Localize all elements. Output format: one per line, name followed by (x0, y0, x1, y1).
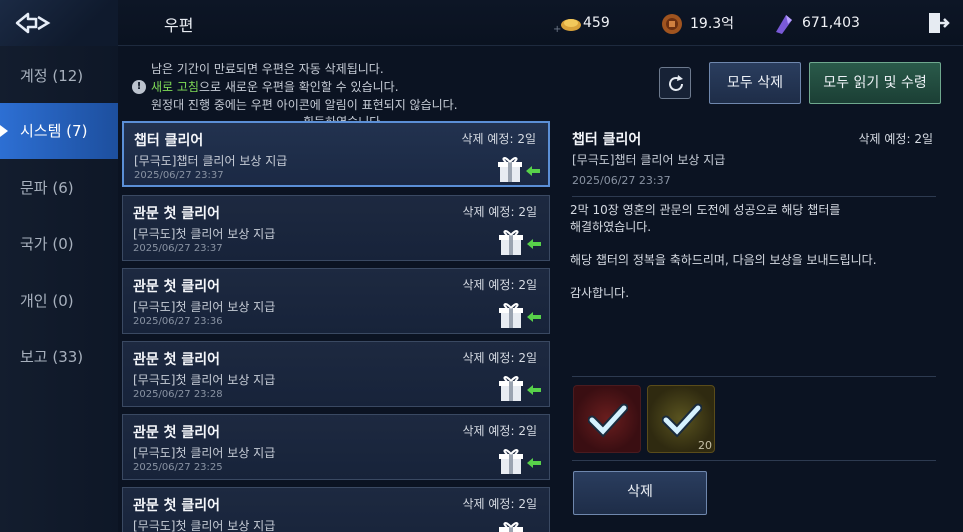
mail-title: 관문 첫 클리어 (133, 425, 221, 441)
gift-box-icon (499, 449, 523, 474)
jade-stone-reward-icon (662, 403, 702, 438)
green-arrow-icon (527, 458, 541, 468)
refresh-icon (669, 75, 683, 91)
notice-line-1: 남은 기간이 만료되면 우편은 자동 삭제됩니다. (151, 62, 384, 76)
mail-notice: ! 남은 기간이 만료되면 우편은 자동 삭제됩니다. 새로 고침으로 새로운 … (132, 60, 458, 114)
gift-box-icon (499, 522, 523, 532)
mail-subtitle: [무극도]첫 클리어 보상 지급 (133, 519, 276, 532)
sidebar-item-guild[interactable]: 문파 (6) (0, 160, 118, 216)
mail-expire: 삭제 예정: 2일 (462, 497, 537, 511)
mail-list[interactable]: 챕터 클리어 [무극도]챕터 클리어 보상 지급 2025/06/27 23:3… (122, 121, 550, 532)
sidebar-item-system[interactable]: 시스템 (7) (0, 103, 118, 159)
mail-date: 2025/06/27 23:36 (133, 316, 223, 327)
gold-amount: 459 (583, 15, 610, 31)
gift-box-icon (499, 303, 523, 328)
detail-subtitle: [무극도]챕터 클리어 보상 지급 (572, 153, 726, 167)
purple-crystal-icon (772, 12, 798, 34)
mail-expire: 삭제 예정: 2일 (462, 278, 537, 292)
mail-date: 2025/06/27 23:25 (133, 462, 223, 473)
detail-title: 챕터 클리어 (572, 132, 642, 148)
sidebar-item-report[interactable]: 보고 (33) (0, 329, 118, 385)
detail-date: 2025/06/27 23:37 (572, 174, 671, 187)
coin-amount: 19.3억 (690, 16, 735, 32)
notice-line-2-rest: 으로 새로운 우편을 확인할 수 있습니다. (198, 80, 399, 94)
mail-item[interactable]: 관문 첫 클리어 [무극도]첫 클리어 보상 지급 삭제 예정: 2일 (122, 487, 550, 532)
green-arrow-icon (526, 166, 540, 176)
detail-body-line-3: 해당 챕터의 정복을 축하드리며, 다음의 보상을 보내드립니다. (570, 253, 877, 267)
page-title: 우편 (164, 16, 194, 35)
red-ore-reward-icon (588, 403, 628, 438)
gold-ingot-icon: + (553, 12, 581, 35)
back-arrow-icon (15, 12, 51, 34)
refresh-highlight: 새로 고침 (151, 80, 199, 94)
reward-item-2[interactable]: 20 (647, 385, 715, 453)
mail-expire: 삭제 예정: 2일 (461, 132, 536, 146)
warning-icon: ! (132, 80, 146, 94)
exit-button[interactable] (926, 11, 950, 39)
read-all-claim-button[interactable]: 모두 읽기 및 수령 (809, 62, 941, 104)
currency-crystal: 671,403 (772, 12, 860, 34)
sidebar-item-account[interactable]: 계정 (12) (0, 48, 118, 104)
mail-title: 관문 첫 클리어 (133, 352, 221, 368)
reward-item-1[interactable] (573, 385, 641, 453)
mail-expire: 삭제 예정: 2일 (462, 424, 537, 438)
notice-line-3: 원정대 진행 중에는 우편 아이콘에 알림이 표현되지 않습니다. (151, 98, 458, 112)
green-arrow-icon (527, 312, 541, 322)
gift-box-icon (498, 157, 522, 182)
mail-item[interactable]: 관문 첫 클리어 [무극도]첫 클리어 보상 지급 2025/06/27 23:… (122, 341, 550, 407)
detail-body-line-4: 감사합니다. (570, 286, 630, 300)
mail-title: 관문 첫 클리어 (133, 206, 221, 222)
mail-detail-panel: 챕터 클리어 삭제 예정: 2일 [무극도]챕터 클리어 보상 지급 2025/… (560, 121, 963, 532)
top-bar: 우편 + 459 19.3억 671,403 (0, 0, 963, 46)
mail-title: 챕터 클리어 (134, 133, 204, 149)
mail-date: 2025/06/27 23:37 (133, 243, 223, 254)
action-divider (572, 460, 936, 461)
detail-body-line-2: 해결하였습니다. (570, 220, 652, 234)
mail-item[interactable]: 챕터 클리어 [무극도]챕터 클리어 보상 지급 2025/06/27 23:3… (122, 121, 550, 187)
reward-quantity: 20 (698, 439, 712, 452)
notice-line-2: 새로 고침으로 새로운 우편을 확인할 수 있습니다. (132, 78, 458, 96)
mail-item[interactable]: 관문 첫 클리어 [무극도]첫 클리어 보상 지급 2025/06/27 23:… (122, 414, 550, 480)
mail-title: 관문 첫 클리어 (133, 279, 221, 295)
detail-divider (572, 196, 936, 197)
crystal-amount: 671,403 (802, 15, 860, 31)
delete-all-button[interactable]: 모두 삭제 (709, 62, 801, 104)
refresh-button[interactable] (659, 67, 691, 99)
currency-coin: 19.3억 (660, 12, 734, 34)
mail-expire: 삭제 예정: 2일 (462, 351, 537, 365)
detail-body-line-1: 2막 10장 영혼의 관문의 도전에 성공으로 해당 챕터를 (570, 203, 841, 217)
mail-subtitle: [무극도]첫 클리어 보상 지급 (133, 227, 276, 241)
mail-subtitle: [무극도]첫 클리어 보상 지급 (133, 300, 276, 314)
detail-expire: 삭제 예정: 2일 (858, 132, 933, 146)
copper-coin-icon (660, 12, 686, 34)
delete-button[interactable]: 삭제 (573, 471, 707, 515)
mail-category-sidebar: 계정 (12) 시스템 (7) 문파 (6) 국가 (0) 개인 (0) 보고 … (0, 46, 118, 532)
mail-item[interactable]: 관문 첫 클리어 [무극도]첫 클리어 보상 지급 2025/06/27 23:… (122, 268, 550, 334)
mail-item[interactable]: 관문 첫 클리어 [무극도]첫 클리어 보상 지급 2025/06/27 23:… (122, 195, 550, 261)
mail-subtitle: [무극도]첫 클리어 보상 지급 (133, 446, 276, 460)
gift-box-icon (499, 376, 523, 401)
gift-box-icon (499, 230, 523, 255)
green-arrow-icon (527, 385, 541, 395)
reward-divider (572, 376, 936, 377)
exit-door-icon (929, 13, 950, 33)
mail-date: 2025/06/27 23:28 (133, 389, 223, 400)
back-button[interactable] (0, 0, 118, 46)
mail-subtitle: [무극도]첫 클리어 보상 지급 (133, 373, 276, 387)
mail-expire: 삭제 예정: 2일 (462, 205, 537, 219)
currency-gold: + 459 (553, 12, 610, 35)
sidebar-item-nation[interactable]: 국가 (0) (0, 216, 118, 272)
mail-subtitle: [무극도]챕터 클리어 보상 지급 (134, 154, 288, 168)
green-arrow-icon (527, 239, 541, 249)
mail-title: 관문 첫 클리어 (133, 498, 221, 514)
svg-text:+: + (553, 24, 561, 35)
mail-date: 2025/06/27 23:37 (134, 170, 224, 181)
sidebar-item-personal[interactable]: 개인 (0) (0, 273, 118, 329)
